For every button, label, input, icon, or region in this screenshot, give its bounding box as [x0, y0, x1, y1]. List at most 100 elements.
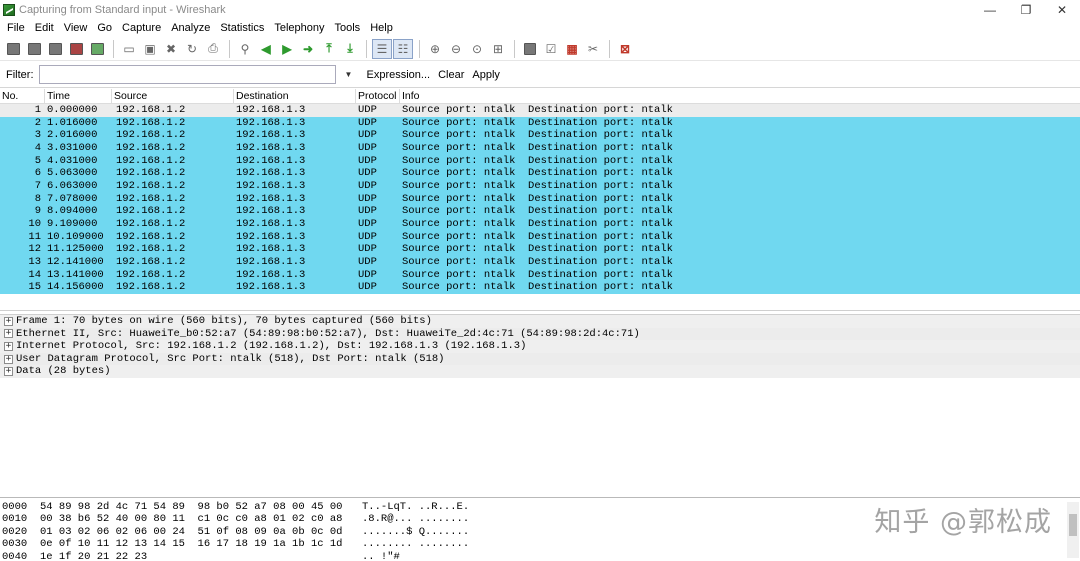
packet-source: 192.168.1.2: [116, 268, 186, 281]
packet-row[interactable]: 13 12.141000 192.168.1.2 192.168.1.3 UDP Sour…: [0, 255, 1080, 269]
detail-tree-item[interactable]: + Internet Protocol, Src: 192.168.1.2 (19…: [0, 340, 1080, 353]
column-header-time[interactable]: Time: [45, 89, 112, 103]
byte-hex[interactable]: 54 89 98 2d 4c 71 54 89 98 b0 52 a7 08 0…: [40, 501, 362, 513]
detail-text: Data (28 bytes): [16, 365, 111, 378]
column-header-info[interactable]: Info: [400, 89, 1080, 103]
close-file-icon[interactable]: ✖: [161, 39, 181, 59]
detail-tree-item[interactable]: + User Datagram Protocol, Src Port: ntalk…: [0, 352, 1080, 366]
preferences-icon[interactable]: ✂: [583, 39, 603, 59]
menu-tools[interactable]: Tools: [330, 22, 366, 34]
menu-statistics[interactable]: Statistics: [215, 22, 269, 34]
coloring-rules-icon[interactable]: ▦: [562, 39, 582, 59]
go-to-packet-icon[interactable]: ➜: [298, 39, 318, 59]
byte-offset[interactable]: 0010: [0, 513, 40, 525]
packet-row[interactable]: 6 5.063000 192.168.1.2 192.168.1.3 UDP Source…: [0, 167, 1080, 180]
byte-offset[interactable]: 0030: [0, 538, 40, 550]
filter-input[interactable]: [38, 65, 336, 84]
zoom-in-icon[interactable]: ⊕: [425, 39, 445, 59]
column-header-source[interactable]: Source: [112, 89, 234, 103]
scrollbar-thumb[interactable]: [1069, 514, 1077, 536]
apply-button[interactable]: Apply: [472, 69, 500, 81]
resize-columns-icon[interactable]: ⊞: [488, 39, 508, 59]
bytes-scrollbar[interactable]: [1067, 502, 1079, 558]
help-icon[interactable]: ⊠: [615, 39, 635, 59]
detail-tree-item[interactable]: + Data (28 bytes): [0, 365, 1080, 378]
byte-offset[interactable]: 0040: [0, 551, 40, 561]
menu-analyze[interactable]: Analyze: [166, 22, 215, 34]
go-last-packet-icon[interactable]: ⤓: [340, 39, 360, 59]
display-filters-icon[interactable]: ☑: [541, 39, 561, 59]
packet-row[interactable]: 14 13.141000 192.168.1.2 192.168.1.3 UDP Sour…: [0, 268, 1080, 282]
byte-ascii[interactable]: .8.R@... ........: [362, 513, 562, 525]
detail-tree-item[interactable]: + Frame 1: 70 bytes on wire (560 bits), 7…: [0, 315, 1080, 328]
interface-list-icon[interactable]: [3, 39, 23, 59]
byte-ascii[interactable]: .......$ Q.......: [362, 526, 562, 538]
clear-button[interactable]: Clear: [438, 69, 464, 81]
expand-icon[interactable]: +: [4, 341, 13, 351]
packet-row[interactable]: 1 0.000000 192.168.1.2 192.168.1.3 UDP Source…: [0, 104, 1080, 117]
go-first-packet-icon[interactable]: ⤒: [319, 39, 339, 59]
byte-offset[interactable]: 0000: [0, 501, 40, 513]
packet-info: Source port: ntalk Destination port: nta…: [402, 268, 673, 281]
packet-row[interactable]: 7 6.063000 192.168.1.2 192.168.1.3 UDP Source…: [0, 179, 1080, 193]
find-packet-icon[interactable]: ⚲: [235, 39, 255, 59]
packet-row[interactable]: 11 10.109000 192.168.1.2 192.168.1.3 UDP Sour…: [0, 230, 1080, 244]
packet-row[interactable]: 2 1.016000 192.168.1.2 192.168.1.3 UDP Source…: [0, 116, 1080, 130]
expand-icon[interactable]: +: [4, 354, 13, 364]
byte-hex[interactable]: 1e 1f 20 21 22 23: [40, 551, 362, 561]
print-icon[interactable]: ⎙: [203, 39, 223, 59]
expand-icon[interactable]: +: [4, 329, 13, 339]
zoom-out-icon[interactable]: ⊖: [446, 39, 466, 59]
colorize-icon[interactable]: ☰: [372, 38, 392, 59]
column-header-destination[interactable]: Destination: [234, 89, 356, 103]
byte-hex[interactable]: 00 38 b6 52 40 00 80 11 c1 0c c0 a8 01 0…: [40, 513, 362, 525]
menu-edit[interactable]: Edit: [30, 22, 59, 34]
minimize-button[interactable]: —: [972, 0, 1008, 19]
menu-go[interactable]: Go: [92, 22, 117, 34]
capture-filters-icon[interactable]: [520, 39, 540, 59]
column-header-protocol[interactable]: Protocol: [356, 89, 400, 103]
packet-row[interactable]: 12 11.125000 192.168.1.2 192.168.1.3 UDP Sour…: [0, 243, 1080, 256]
packet-protocol: UDP: [358, 104, 377, 116]
stop-capture-icon[interactable]: [66, 39, 86, 59]
zoom-normal-icon[interactable]: ⊙: [467, 39, 487, 59]
chevron-down-icon[interactable]: ▼: [339, 70, 359, 79]
go-back-icon[interactable]: ◀: [256, 39, 276, 59]
packet-row[interactable]: 4 3.031000 192.168.1.2 192.168.1.3 UDP Source…: [0, 141, 1080, 155]
packet-row[interactable]: 9 8.094000 192.168.1.2 192.168.1.3 UDP Source…: [0, 205, 1080, 218]
packet-row[interactable]: 10 9.109000 192.168.1.2 192.168.1.3 UDP Sourc…: [0, 217, 1080, 231]
byte-ascii[interactable]: .. !"#: [362, 551, 562, 561]
column-header-no[interactable]: No.: [0, 89, 45, 103]
go-forward-icon[interactable]: ▶: [277, 39, 297, 59]
capture-options-icon[interactable]: [24, 39, 44, 59]
menu-capture[interactable]: Capture: [117, 22, 166, 34]
packet-row[interactable]: 8 7.078000 192.168.1.2 192.168.1.3 UDP Source…: [0, 192, 1080, 206]
byte-hex[interactable]: 01 03 02 06 02 06 00 24 51 0f 08 09 0a 0…: [40, 526, 362, 538]
restore-button[interactable]: ❐: [1008, 0, 1044, 19]
open-file-icon[interactable]: ▭: [119, 39, 139, 59]
packet-no: 9: [34, 205, 41, 218]
byte-hex[interactable]: 0e 0f 10 11 12 13 14 15 16 17 18 19 1a 1…: [40, 538, 362, 550]
start-capture-icon[interactable]: [45, 39, 65, 59]
byte-offset[interactable]: 0020: [0, 526, 40, 538]
expression-button[interactable]: Expression...: [367, 69, 431, 81]
byte-ascii[interactable]: ........ ........: [362, 538, 562, 550]
reload-file-icon[interactable]: ↻: [182, 39, 202, 59]
menu-telephony[interactable]: Telephony: [269, 22, 329, 34]
packet-row[interactable]: 3 2.016000 192.168.1.2 192.168.1.3 UDP Source…: [0, 129, 1080, 142]
menu-view[interactable]: View: [59, 22, 93, 34]
restart-capture-icon[interactable]: [87, 39, 107, 59]
menu-file[interactable]: File: [2, 22, 30, 34]
byte-ascii[interactable]: T..-LqT. ..R...E.: [362, 501, 562, 513]
detail-tree-item[interactable]: + Ethernet II, Src: HuaweiTe_b0:52:a7 (54…: [0, 327, 1080, 341]
packet-no: 11: [28, 230, 41, 243]
auto-scroll-icon[interactable]: ☷: [393, 38, 413, 59]
packet-destination: 192.168.1.3: [236, 141, 306, 154]
close-button[interactable]: ✕: [1044, 0, 1080, 19]
packet-row[interactable]: 15 14.156000 192.168.1.2 192.168.1.3 UDP Sour…: [0, 281, 1080, 294]
expand-icon[interactable]: +: [4, 367, 13, 377]
menu-help[interactable]: Help: [365, 22, 398, 34]
save-file-icon[interactable]: ▣: [140, 39, 160, 59]
expand-icon[interactable]: +: [4, 316, 13, 326]
packet-row[interactable]: 5 4.031000 192.168.1.2 192.168.1.3 UDP Source…: [0, 154, 1080, 168]
